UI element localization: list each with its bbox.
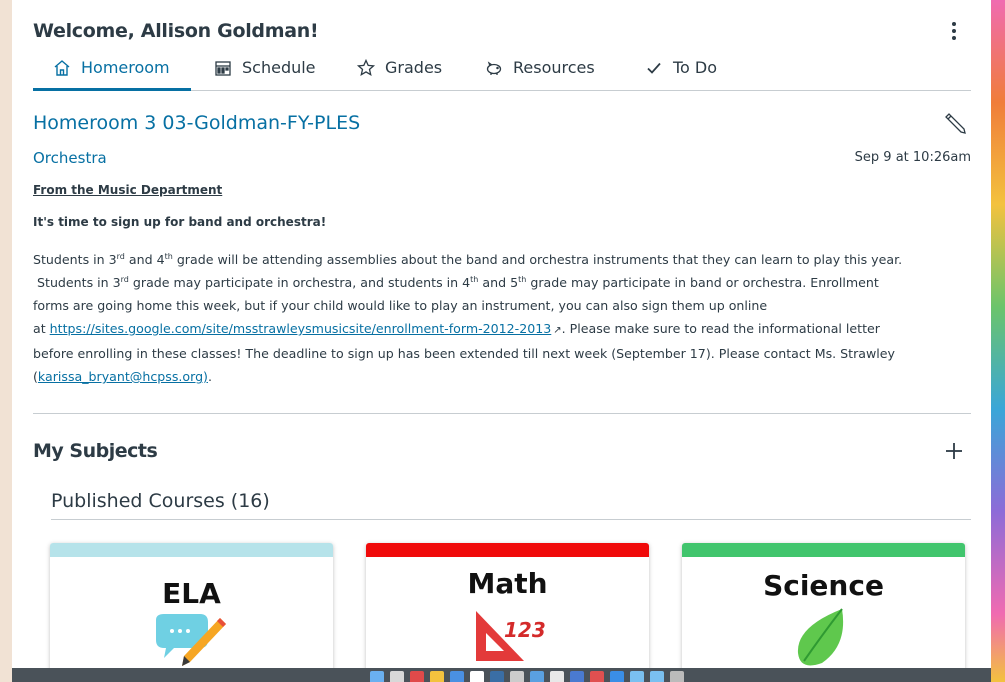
announcement-title[interactable]: Orchestra	[33, 149, 107, 167]
body-line: at https://sites.google.com/site/msstraw…	[33, 317, 971, 342]
card-color-bar	[50, 543, 333, 557]
pencil-icon[interactable]	[942, 110, 968, 136]
dock-app-icon[interactable]	[570, 671, 584, 682]
body-line: Students in 3rd grade may participate in…	[37, 274, 879, 290]
external-link-icon[interactable]: ↗	[553, 319, 561, 342]
tab-label: Schedule	[242, 58, 316, 77]
dock-app-icon[interactable]	[450, 671, 464, 682]
homeroom-course-title[interactable]: Homeroom 3 03-Goldman-FY-PLES	[33, 112, 360, 134]
dock-app-icon[interactable]	[370, 671, 384, 682]
dock-app-icon[interactable]	[470, 671, 484, 682]
card-title: Science	[763, 569, 884, 602]
tab-bar: Homeroom Schedule Grades Resources To Do	[33, 58, 971, 91]
tab-grades[interactable]: Grades	[356, 58, 442, 90]
course-card-ela[interactable]: ELA	[50, 543, 333, 668]
tab-schedule[interactable]: Schedule	[213, 58, 316, 90]
tab-label: To Do	[673, 58, 718, 77]
star-icon	[356, 58, 376, 77]
dock-app-icon[interactable]	[590, 671, 604, 682]
more-options-icon[interactable]	[946, 20, 962, 42]
body-line: (karissa_bryant@hcpss.org).	[33, 369, 212, 384]
dock	[370, 671, 840, 682]
dock-app-icon[interactable]	[550, 671, 564, 682]
dock-app-icon[interactable]	[510, 671, 524, 682]
section-divider	[33, 413, 971, 414]
speech-bubble-pencil-icon	[156, 614, 226, 666]
left-margin-strip	[0, 0, 12, 682]
card-title: ELA	[162, 577, 221, 610]
checkmark-icon	[647, 62, 661, 74]
homeroom-page: Welcome, Allison Goldman! Homeroom Sched…	[12, 0, 991, 668]
right-decorative-strip	[991, 0, 1005, 682]
dock-app-icon[interactable]	[630, 671, 644, 682]
my-subjects-heading: My Subjects	[33, 440, 158, 462]
tab-resources[interactable]: Resources	[484, 58, 595, 90]
ruler-triangle-icon: 123	[476, 611, 546, 661]
svg-text:123: 123	[504, 618, 546, 642]
announcement-headline: It's time to sign up for band and orches…	[33, 215, 327, 229]
dock-app-icon[interactable]	[430, 671, 444, 682]
enrollment-link[interactable]: https://sites.google.com/site/msstrawley…	[50, 321, 552, 336]
tab-label: Grades	[385, 58, 443, 77]
tab-label: Homeroom	[81, 58, 170, 77]
dock-app-icon[interactable]	[390, 671, 404, 682]
card-color-bar	[366, 543, 649, 557]
published-courses-heading: Published Courses (16)	[51, 490, 270, 512]
leaf-icon	[797, 608, 844, 666]
body-line: Students in 3rd and 4th grade will be at…	[33, 251, 903, 267]
add-icon[interactable]	[943, 440, 965, 462]
dock-app-icon[interactable]	[490, 671, 504, 682]
email-link[interactable]: karissa_bryant@hcpss.org)	[38, 369, 208, 384]
course-card-math[interactable]: Math 123	[366, 543, 649, 668]
body-line: forms are going home this week, but if y…	[33, 298, 768, 313]
tab-homeroom[interactable]: Homeroom	[33, 58, 191, 91]
welcome-heading: Welcome, Allison Goldman!	[33, 20, 319, 42]
tab-label: Resources	[513, 58, 595, 77]
card-color-bar	[682, 543, 965, 557]
card-title: Math	[467, 567, 548, 600]
dock-app-icon[interactable]	[410, 671, 424, 682]
piggy-bank-icon	[486, 61, 502, 75]
body-line: before enrolling in these classes! The d…	[33, 346, 896, 361]
announcement-date: Sep 9 at 10:26am	[854, 150, 971, 165]
tab-todo[interactable]: To Do	[644, 58, 717, 90]
announcement-body: Students in 3rd and 4th grade will be at…	[33, 248, 971, 388]
dock-app-icon[interactable]	[670, 671, 684, 682]
dock-app-icon[interactable]	[530, 671, 544, 682]
home-icon	[54, 60, 70, 76]
announcement-from: From the Music Department	[33, 183, 223, 197]
calendar-icon	[215, 61, 231, 76]
published-divider	[51, 519, 971, 520]
course-card-science[interactable]: Science	[682, 543, 965, 668]
dock-app-icon[interactable]	[650, 671, 664, 682]
dock-app-icon[interactable]	[610, 671, 624, 682]
